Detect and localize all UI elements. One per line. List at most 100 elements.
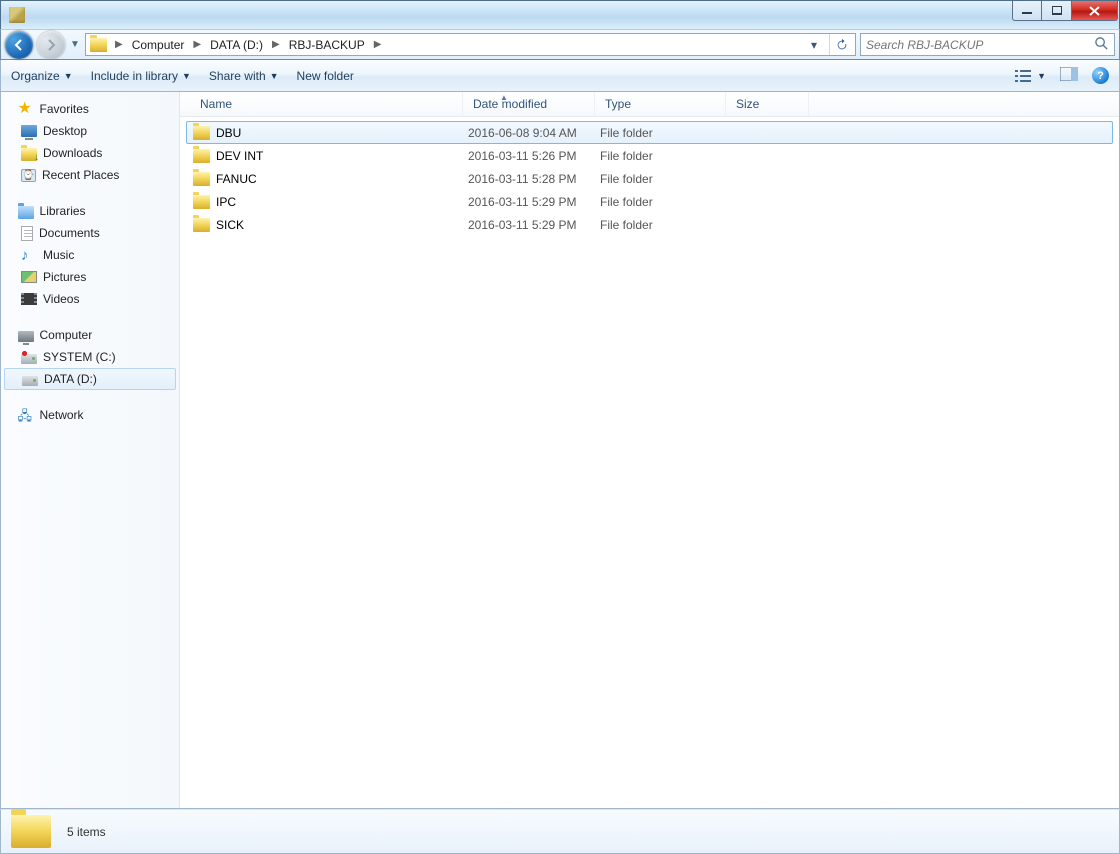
file-row[interactable]: FANUC2016-03-11 5:28 PMFile folder (186, 167, 1113, 190)
column-header-type[interactable]: Type (595, 92, 726, 116)
data-label: DATA (D:) (44, 372, 97, 386)
window-controls (1012, 1, 1118, 21)
column-header-date[interactable]: Date modified (463, 92, 595, 116)
file-row[interactable]: DBU2016-06-08 9:04 AMFile folder (186, 121, 1113, 144)
computer-label: Computer (40, 328, 93, 342)
minimize-button[interactable] (1012, 1, 1042, 21)
sidebar-item-computer[interactable]: Computer (1, 324, 179, 346)
folder-icon (90, 38, 107, 52)
address-dropdown[interactable]: ▾ (805, 38, 823, 52)
sidebar-item-pictures[interactable]: Pictures (1, 266, 179, 288)
close-button[interactable] (1072, 1, 1118, 21)
share-label: Share with (209, 69, 266, 83)
file-date: 2016-03-11 5:26 PM (468, 149, 600, 163)
sidebar-item-system-drive[interactable]: SYSTEM (C:) (1, 346, 179, 368)
breadcrumb-computer[interactable]: Computer (129, 38, 188, 52)
col-type-label: Type (605, 97, 631, 111)
file-date: 2016-03-11 5:28 PM (468, 172, 600, 186)
column-header-name[interactable]: Name (180, 92, 463, 116)
file-type: File folder (600, 172, 731, 186)
file-type: File folder (600, 195, 731, 209)
history-dropdown[interactable]: ▼ (69, 39, 81, 50)
forward-button[interactable] (37, 31, 65, 59)
refresh-button[interactable] (829, 34, 853, 55)
downloads-label: Downloads (43, 146, 102, 160)
list-view-icon (1015, 69, 1033, 83)
nav-row: ▼ ▶ Computer ▶ DATA (D:) ▶ RBJ-BACKUP ▶ … (0, 29, 1120, 60)
file-row[interactable]: SICK2016-03-11 5:29 PMFile folder (186, 213, 1113, 236)
breadcrumb-rbj-backup[interactable]: RBJ-BACKUP (286, 38, 368, 52)
pictures-label: Pictures (43, 270, 86, 284)
file-name: SICK (216, 218, 244, 232)
videos-label: Videos (43, 292, 79, 306)
file-type: File folder (600, 126, 731, 140)
back-button[interactable] (5, 31, 33, 59)
chevron-down-icon: ▼ (1037, 71, 1046, 81)
folder-icon (193, 149, 210, 163)
new-folder-button[interactable]: New folder (297, 69, 354, 83)
details-pane: 5 items (0, 809, 1120, 854)
chevron-right-icon[interactable]: ▶ (370, 39, 386, 50)
folder-icon (193, 172, 210, 186)
system-label: SYSTEM (C:) (43, 350, 116, 364)
view-menu[interactable]: ▼ (1015, 69, 1046, 83)
recent-label: Recent Places (42, 168, 119, 182)
drive-icon (21, 354, 37, 364)
help-button[interactable]: ? (1092, 67, 1109, 84)
sidebar-item-music[interactable]: ♪ Music (1, 244, 179, 266)
arrow-right-icon (44, 38, 58, 52)
file-name: IPC (216, 195, 236, 209)
search-icon (1094, 36, 1109, 54)
chevron-right-icon[interactable]: ▶ (111, 39, 127, 50)
breadcrumb-data[interactable]: DATA (D:) (207, 38, 266, 52)
folder-icon (11, 815, 51, 848)
file-name: DBU (216, 126, 241, 140)
organize-menu[interactable]: Organize ▼ (11, 69, 73, 83)
include-menu[interactable]: Include in library ▼ (91, 69, 191, 83)
address-bar[interactable]: ▶ Computer ▶ DATA (D:) ▶ RBJ-BACKUP ▶ ▾ (85, 33, 856, 56)
file-date: 2016-03-11 5:29 PM (468, 195, 600, 209)
share-menu[interactable]: Share with ▼ (209, 69, 279, 83)
file-name: DEV INT (216, 149, 263, 163)
sidebar-item-libraries[interactable]: Libraries (1, 200, 179, 222)
network-label: Network (40, 408, 84, 422)
column-headers: Name ▲ Date modified Type Size (180, 92, 1119, 117)
include-label: Include in library (91, 69, 178, 83)
favorites-label: Favorites (40, 102, 89, 116)
sidebar-item-recent[interactable]: ⌚ Recent Places (1, 164, 179, 186)
desktop-label: Desktop (43, 124, 87, 138)
maximize-button[interactable] (1042, 1, 1072, 21)
close-icon (1089, 6, 1101, 16)
desktop-icon (21, 125, 37, 137)
sidebar-item-desktop[interactable]: Desktop (1, 120, 179, 142)
chevron-icon (11, 104, 14, 114)
network-section: 🖧 Network (1, 404, 179, 426)
refresh-icon (835, 38, 849, 52)
col-name-label: Name (200, 97, 232, 111)
sidebar-item-network[interactable]: 🖧 Network (1, 404, 179, 426)
new-folder-label: New folder (297, 69, 354, 83)
chevron-icon (11, 410, 14, 420)
chevron-right-icon[interactable]: ▶ (189, 39, 205, 50)
sidebar-item-documents[interactable]: Documents (1, 222, 179, 244)
chevron-right-icon[interactable]: ▶ (268, 39, 284, 50)
sidebar-item-data-drive[interactable]: DATA (D:) (4, 368, 176, 390)
file-row[interactable]: IPC 2016-03-11 5:29 PMFile folder (186, 190, 1113, 213)
music-label: Music (43, 248, 74, 262)
search-input[interactable] (866, 38, 1090, 52)
sidebar-item-downloads[interactable]: Downloads (1, 142, 179, 164)
search-box[interactable] (860, 33, 1115, 56)
music-icon: ♪ (21, 247, 37, 263)
file-row[interactable]: DEV INT2016-03-11 5:26 PMFile folder (186, 144, 1113, 167)
file-type: File folder (600, 218, 731, 232)
network-icon: 🖧 (18, 407, 34, 423)
folder-icon (193, 218, 210, 232)
sidebar-item-videos[interactable]: Videos (1, 288, 179, 310)
workspace: ★ Favorites Desktop Downloads ⌚ Recent P… (0, 92, 1120, 809)
chevron-down-icon: ▼ (64, 71, 73, 81)
column-header-size[interactable]: Size (726, 92, 809, 116)
libraries-icon (18, 206, 34, 219)
sidebar-item-favorites[interactable]: ★ Favorites (1, 98, 179, 120)
preview-pane-button[interactable] (1060, 67, 1078, 84)
folder-icon (193, 126, 210, 140)
